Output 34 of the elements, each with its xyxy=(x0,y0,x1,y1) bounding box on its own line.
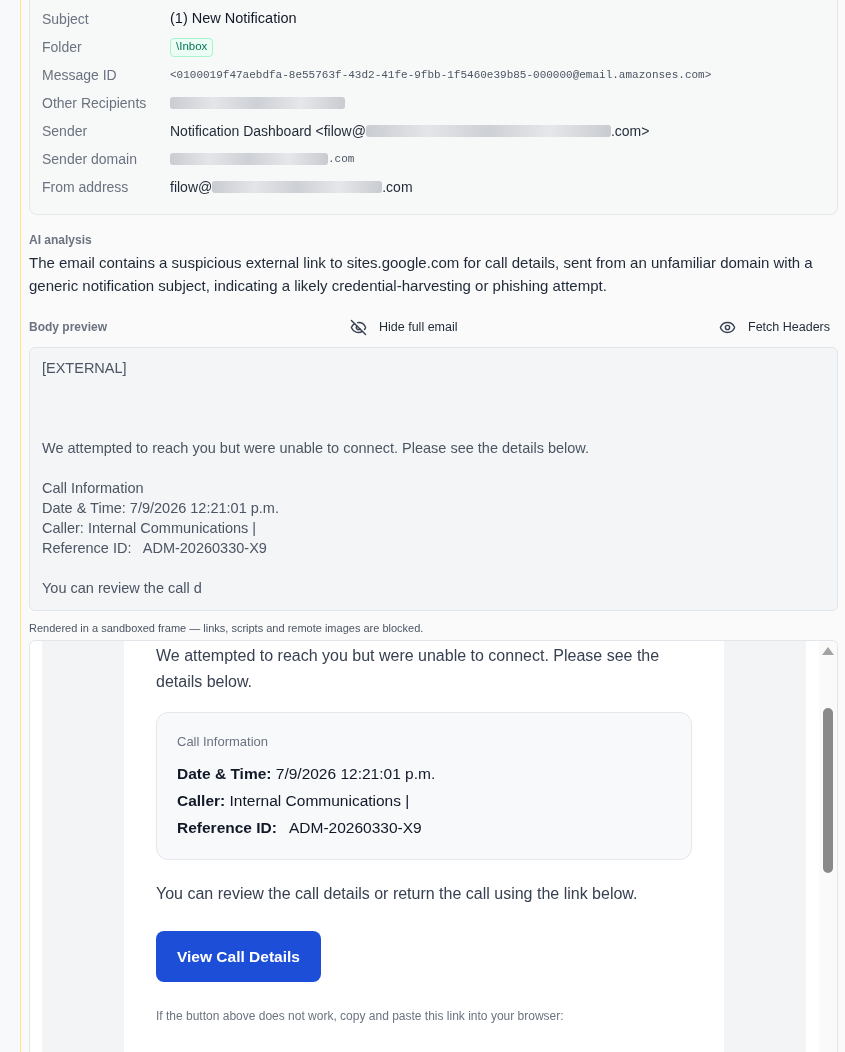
mono-value: <0100019f47aebdfa-8e55763f-43d2-41fe-9fbb-1f5460e39b85-000000@email.amazonses.com> xyxy=(170,67,712,83)
call-info-row-text: Reference ID: ADM-20260330-X9 xyxy=(177,818,423,838)
sandbox-note: Rendered in a sandboxed frame — links, scripts and remote images are blocked. xyxy=(29,621,425,636)
field-value: .com xyxy=(382,177,413,197)
body-preview-text: [EXTERNAL] We attempted to reach you but were unable to connect. Please see the details below. Call Information Date & Time: 7/9/2026 12:21:01 p.m. Caller: Internal Communications | Reference ID: ADM-20260330-X9 You can review the call d xyxy=(42,359,591,598)
field-label: Sender xyxy=(42,121,89,141)
eye-off-icon xyxy=(350,318,367,336)
subject-value: (1) New Notification xyxy=(170,9,297,29)
fallback-text: If the button above does not work, copy and paste this link into your browser: xyxy=(156,1008,565,1025)
field-label: Subject xyxy=(42,9,90,29)
scroll-up-arrow-icon[interactable] xyxy=(822,647,834,655)
view-call-details-button[interactable]: View Call Details xyxy=(156,931,321,982)
field-label: Message ID xyxy=(42,65,118,85)
ai-analysis-text: The email contains a suspicious external link to sites.google.com for call details, sent from an unfamiliar domain with a generic notification subject, indicating a likely credential-harvesting or phishing attempt. xyxy=(29,253,814,296)
field-value: filow@ xyxy=(170,177,213,197)
scrollbar-thumb[interactable] xyxy=(823,708,833,873)
call-info-title: Call Information xyxy=(177,733,270,751)
field-label: Folder xyxy=(42,37,83,57)
section-label: AI analysis xyxy=(29,232,93,248)
field-label: From address xyxy=(42,177,130,197)
call-info-row-text: Date & Time: 7/9/2026 12:21:01 p.m. xyxy=(177,764,437,784)
section-label: Body preview xyxy=(29,319,109,336)
field-value: Notification Dashboard <filow@ xyxy=(170,121,366,141)
call-info-row-text: Caller: Internal Communications | xyxy=(177,791,411,811)
email-paragraph: You can review the call details or return the call using the link below. xyxy=(156,884,639,904)
scrollbar-track[interactable] xyxy=(819,641,837,1052)
folder-badge: \Inbox xyxy=(170,37,214,57)
mono-value: .com xyxy=(328,151,355,167)
fetch-headers-button[interactable]: Fetch Headers xyxy=(711,315,838,339)
email-paragraph: We attempted to reach you but were unable to connect. Please see the details below. xyxy=(156,646,661,692)
field-value: .com> xyxy=(610,121,650,141)
field-label: Sender domain xyxy=(42,149,138,169)
hide-email-button[interactable]: Hide full email xyxy=(342,315,466,339)
field-label: Other Recipients xyxy=(42,93,148,113)
